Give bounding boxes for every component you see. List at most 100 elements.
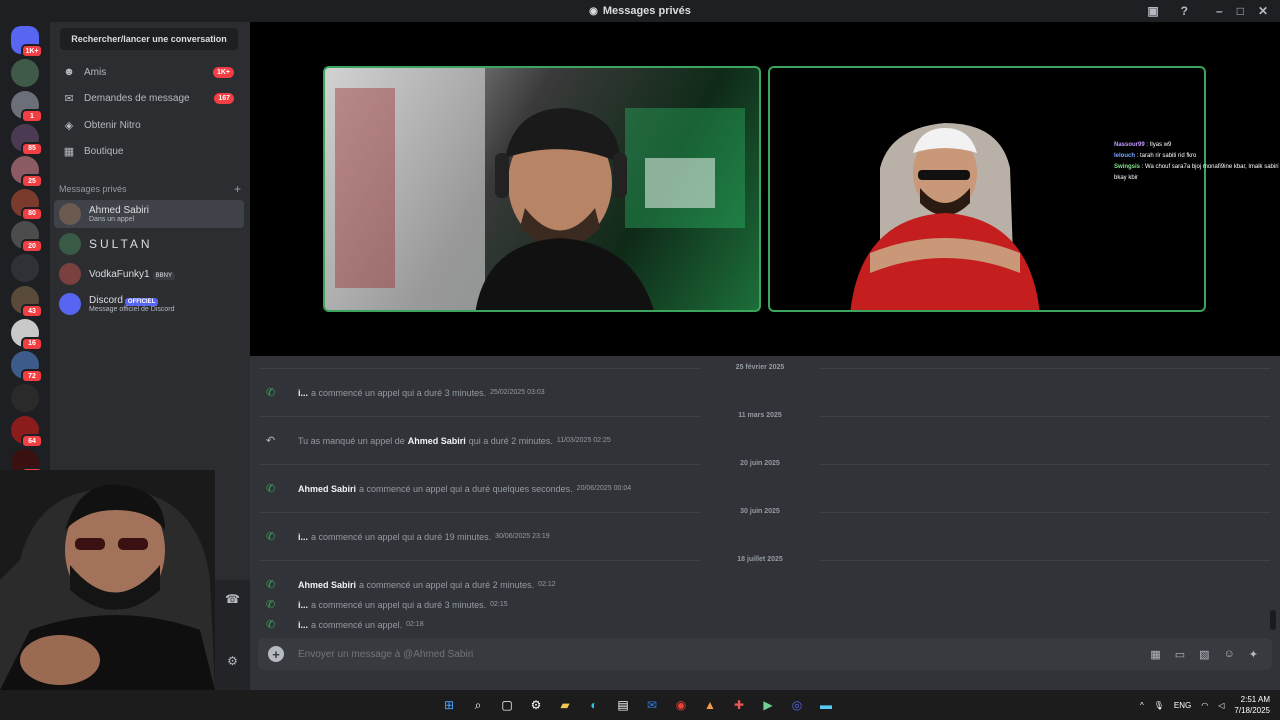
chrome-icon[interactable]: ◉: [670, 694, 692, 716]
avatar: [59, 233, 81, 255]
server-badge: 85: [21, 141, 43, 156]
settings-icon[interactable]: ⚙: [215, 654, 250, 668]
search-icon[interactable]: ⌕: [467, 694, 489, 716]
mic-icon[interactable]: 🎙: [1154, 701, 1164, 710]
app-green-icon[interactable]: ▶: [757, 694, 779, 716]
call-user[interactable]: Ahmed Sabiri: [408, 436, 466, 446]
overlay-chat-user: Nassour99: [1114, 142, 1145, 148]
streamer-webcam-image: [0, 470, 215, 690]
hangup-icon[interactable]: ☎: [215, 592, 250, 606]
server-badge: 16: [21, 336, 43, 351]
call-user[interactable]: i...: [298, 532, 308, 542]
inbox-icon[interactable]: ▣: [1147, 4, 1158, 18]
server-icon[interactable]: 20: [11, 221, 43, 253]
outlook-icon[interactable]: ✉: [641, 694, 663, 716]
apps-icon[interactable]: ✦: [1249, 648, 1258, 661]
server-icon[interactable]: 1K+: [11, 26, 43, 58]
call-text: a commencé un appel qui a duré 3 minutes…: [311, 387, 487, 398]
dm-item[interactable]: Ahmed Sabiri Dans un appel: [54, 200, 244, 228]
edge-icon[interactable]: ◐: [583, 694, 605, 716]
minimize-button[interactable]: –: [1216, 4, 1223, 18]
call-time: 02:12: [538, 581, 556, 588]
language-indicator[interactable]: ENG: [1174, 701, 1191, 710]
dm-item[interactable]: SULTAN: [54, 230, 244, 258]
volume-icon[interactable]: ◁: [1218, 701, 1224, 710]
call-text: a commencé un appel qui a duré 3 minutes…: [311, 599, 487, 610]
taskbar-apps: ⊞ ⌕ ▢ ⚙ ▰ ◐ ▤ ✉ ◉ ▲ ✚ ▶ ◎ ▬: [438, 694, 837, 716]
call-time: 11/03/2025 02:25: [556, 437, 611, 444]
dm-section-label: Messages privés: [59, 184, 127, 194]
webcam-overlay: [0, 470, 215, 690]
attach-button[interactable]: +: [268, 646, 284, 662]
nav-badge: 167: [214, 93, 234, 104]
call-user[interactable]: Ahmed Sabiri: [298, 580, 356, 590]
overlay-chat-line: Swingsis : Wa chouf sara7a bjoj monafi9i…: [1114, 162, 1280, 184]
dm-name: Discord OFFICIEL: [89, 295, 174, 306]
call-user[interactable]: i...: [298, 620, 308, 630]
scrollbar[interactable]: [1270, 610, 1276, 630]
server-icon[interactable]: 43: [11, 286, 43, 318]
server-icon[interactable]: 72: [11, 351, 43, 383]
gif-icon[interactable]: ▭: [1175, 648, 1185, 661]
discord-taskbar-icon[interactable]: ◎: [786, 694, 808, 716]
server-icon[interactable]: 16: [11, 318, 43, 351]
server-icon[interactable]: 1: [11, 91, 43, 123]
add-dm-icon[interactable]: +: [234, 182, 241, 196]
video-tile-right[interactable]: [768, 66, 1206, 312]
server-badge: 64: [21, 434, 43, 448]
phone-icon: ✆: [266, 599, 276, 611]
server-icon[interactable]: 64: [11, 416, 43, 448]
call-text: qui a duré 2 minutes.: [468, 435, 553, 446]
official-badge: OFFICIEL: [124, 298, 159, 306]
call-text: a commencé un appel qui a duré quelques …: [359, 483, 573, 494]
dm-item[interactable]: VodkaFunky1 BBNY: [54, 260, 244, 288]
composer-tools: ▦ ▭ ▧ ☺ ✦: [1150, 648, 1258, 661]
nav-item-boutique[interactable]: ▦ Boutique: [56, 139, 244, 165]
avatar: [59, 263, 81, 285]
app-blue-icon[interactable]: ▬: [815, 694, 837, 716]
call-log-message: ✆ Ahmed Sabiri a commencé un appel qui a d…: [266, 578, 556, 591]
close-button[interactable]: ✕: [1258, 4, 1268, 18]
server-icon[interactable]: [11, 253, 39, 282]
maximize-button[interactable]: □: [1237, 4, 1244, 18]
settings-app-icon[interactable]: ⚙: [525, 694, 547, 716]
message-composer: + ▦ ▭ ▧ ☺ ✦: [258, 638, 1272, 670]
call-user[interactable]: i...: [298, 600, 308, 610]
nav-item-obtenir-nitro[interactable]: ◈ Obtenir Nitro: [56, 112, 244, 138]
dm-status: Dans un appel: [89, 216, 135, 223]
server-icon[interactable]: [11, 58, 39, 87]
search-conversation-button[interactable]: Rechercher/lancer une conversation: [60, 28, 238, 50]
dm-section-title: Messages privés +: [59, 182, 241, 196]
call-time: 30/06/2025 23:19: [495, 533, 550, 540]
call-user[interactable]: Ahmed Sabiri: [298, 484, 356, 494]
phone-icon: ✆: [266, 387, 276, 399]
sticker-icon[interactable]: ▧: [1199, 648, 1209, 661]
store-icon[interactable]: ▤: [612, 694, 634, 716]
app-red-icon[interactable]: ✚: [728, 694, 750, 716]
file-explorer-icon[interactable]: ▰: [554, 694, 576, 716]
app-orange-icon[interactable]: ▲: [699, 694, 721, 716]
server-badge: 80: [21, 206, 43, 221]
message-input[interactable]: [298, 648, 1151, 660]
discord-icon: ◉: [589, 5, 598, 17]
mail-icon: ✉: [64, 93, 74, 105]
help-icon[interactable]: ?: [1181, 4, 1188, 18]
server-icon[interactable]: 25: [11, 156, 43, 188]
start-icon[interactable]: ⊞: [438, 694, 460, 716]
tray-chevron-icon[interactable]: ^: [1140, 701, 1144, 710]
video-tile-left[interactable]: [323, 66, 761, 312]
overlay-chat-user: lelouch: [1114, 153, 1136, 159]
clock[interactable]: 2:51 AM 7/18/2025: [1234, 694, 1270, 716]
emoji-icon[interactable]: ☺: [1224, 648, 1235, 661]
server-icon[interactable]: 85: [11, 123, 43, 156]
server-icon[interactable]: 80: [11, 188, 43, 221]
task-view-icon[interactable]: ▢: [496, 694, 518, 716]
server-icon[interactable]: [11, 383, 39, 412]
nav-item-amis[interactable]: ☻ Amis 1K+: [56, 59, 244, 85]
nav-item-demandes-de-message[interactable]: ✉ Demandes de message 167: [56, 86, 244, 112]
wifi-icon[interactable]: ◠: [1201, 701, 1208, 710]
call-user[interactable]: i...: [298, 388, 308, 398]
overlay-chat-line: lelouch : tarah rir sabiti rid fkro: [1114, 151, 1280, 162]
dm-item[interactable]: Discord OFFICIEL Message officiel de Disco…: [54, 290, 244, 318]
gift-icon[interactable]: ▦: [1150, 648, 1160, 661]
